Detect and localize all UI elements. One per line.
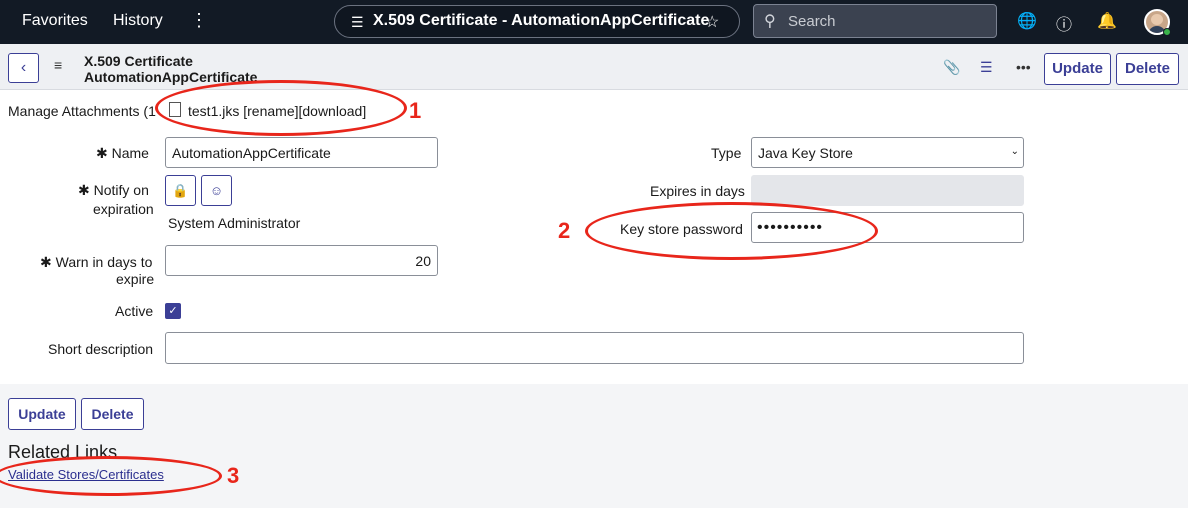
notify-value: System Administrator (168, 215, 301, 231)
favorites-menu[interactable]: Favorites (22, 12, 88, 30)
warn-label: ✱ Warn in days to (40, 254, 153, 270)
update-button-top[interactable]: Update (1044, 53, 1111, 85)
annotation-ellipse-1 (155, 80, 407, 136)
history-menu[interactable]: History (113, 12, 163, 30)
warn-label-line2: expire (116, 271, 155, 287)
online-status-badge (1163, 28, 1171, 36)
back-button[interactable]: ‹ (8, 53, 39, 83)
delete-button-bottom[interactable]: Delete (81, 398, 144, 430)
notify-label: ✱ Notify on (78, 182, 149, 198)
list-icon: ☰ (351, 14, 364, 30)
active-label: Active (115, 303, 154, 319)
name-field[interactable] (165, 137, 438, 168)
more-menu-icon[interactable]: ⋮ (190, 10, 208, 31)
help-icon[interactable]: ⓘ (1056, 11, 1072, 35)
notifications-bell-icon[interactable]: 🔔 (1097, 11, 1117, 31)
notify-label-line2: expiration (93, 201, 154, 217)
add-user-icon[interactable]: ☺ (201, 175, 232, 206)
manage-attachments-link[interactable]: Manage Attachments (1 (8, 103, 156, 119)
expires-label: Expires in days (650, 183, 745, 199)
required-icon: ✱ (78, 182, 90, 198)
annotation-ellipse-3 (0, 456, 222, 496)
type-select[interactable]: Java Key Store ⌄ (751, 137, 1024, 168)
type-value: Java Key Store (758, 145, 853, 161)
form-header: ‹ ≡ X.509 Certificate AutomationAppCerti… (0, 44, 1188, 90)
required-icon: ✱ (40, 254, 52, 270)
globe-icon[interactable]: 🌐 (1017, 11, 1037, 31)
chevron-down-icon: ⌄ (1010, 146, 1019, 157)
lock-icon[interactable]: 🔒 (165, 175, 196, 206)
warn-days-field[interactable] (165, 245, 438, 276)
short-description-label: Short description (48, 341, 154, 357)
delete-button-top[interactable]: Delete (1116, 53, 1179, 85)
search-input[interactable] (788, 10, 988, 32)
form-context-menu-icon[interactable]: ≡ (54, 57, 62, 73)
annotation-number-1: 1 (409, 98, 422, 123)
favorite-star-icon[interactable]: ☆ (705, 12, 719, 32)
type-label: Type (711, 145, 742, 161)
search-icon: ⚲ (764, 13, 776, 30)
update-button-bottom[interactable]: Update (8, 398, 76, 430)
global-search[interactable]: ⚲ (753, 4, 997, 38)
more-options-icon[interactable]: ••• (1016, 59, 1031, 75)
expires-field (751, 175, 1024, 206)
paperclip-icon[interactable]: 📎 (943, 59, 960, 76)
annotation-number-3: 3 (227, 463, 240, 488)
required-icon: ✱ (96, 145, 108, 161)
record-title: X.509 Certificate - AutomationAppCertifi… (373, 12, 710, 29)
annotation-ellipse-2 (585, 202, 878, 260)
annotation-number-2: 2 (558, 218, 571, 243)
settings-sliders-icon[interactable]: ☰ (980, 59, 993, 76)
active-checkbox[interactable]: ✓ (165, 303, 181, 319)
top-navigation: Favorites History ⋮ ☰ X.509 Certificate … (0, 0, 1188, 44)
form-title: X.509 Certificate (84, 53, 193, 69)
name-label: ✱ Name (96, 145, 149, 161)
short-description-field[interactable] (165, 332, 1024, 364)
record-title-pill[interactable]: ☰ X.509 Certificate - AutomationAppCerti… (334, 5, 740, 38)
